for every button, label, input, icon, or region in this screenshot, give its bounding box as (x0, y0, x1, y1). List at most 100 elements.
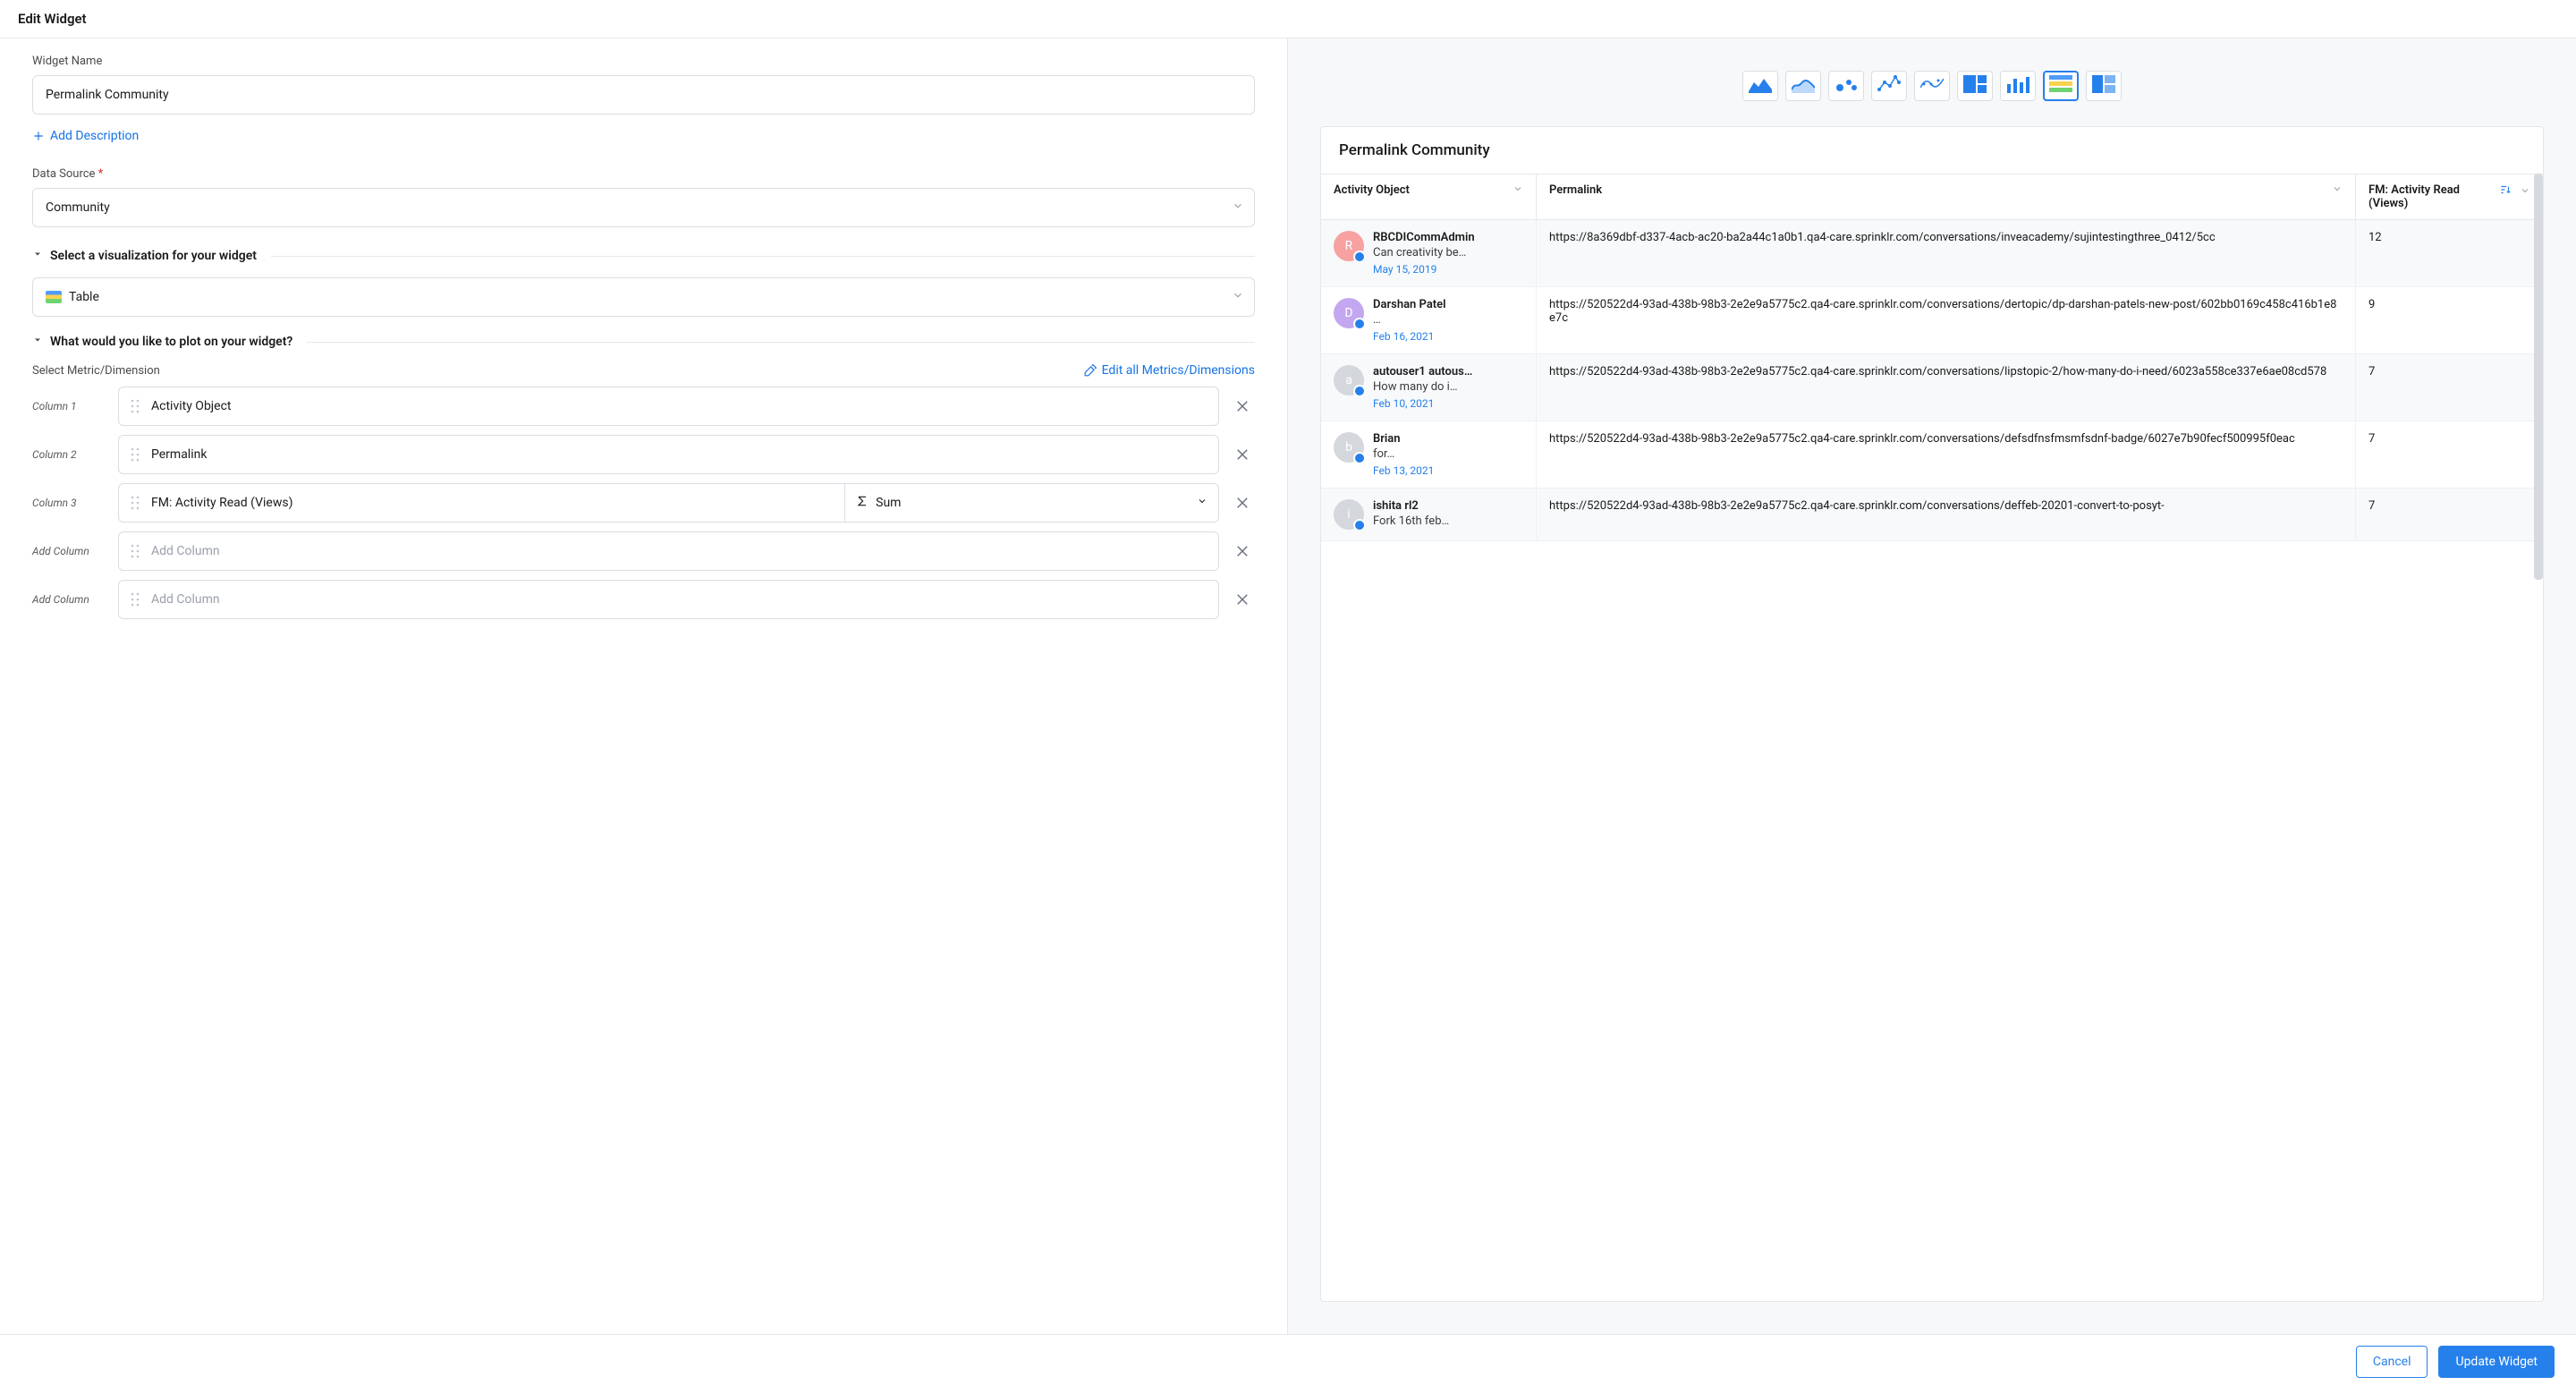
table-row[interactable]: i ishita rl2 Fork 16th feb… https://5205… (1321, 489, 2543, 541)
column-input[interactable]: Permalink (118, 435, 1219, 474)
section-visualization[interactable]: Select a visualization for your widget (32, 249, 1255, 263)
remove-column-button[interactable] (1230, 442, 1255, 467)
column-input[interactable]: Activity Object (118, 387, 1219, 426)
viz-type-area[interactable] (1742, 71, 1778, 101)
preview-title: Permalink Community (1321, 127, 2543, 174)
table-row[interactable]: D Darshan Patel … Feb 16, 2021 https://5… (1321, 287, 2543, 354)
column-label: Column 2 (32, 448, 107, 461)
drag-handle-icon[interactable] (119, 496, 151, 510)
chevron-down-icon (1513, 183, 1523, 198)
views-cell: 7 (2355, 489, 2543, 541)
table-row[interactable]: R RBCDICommAdmin Can creativity be… May … (1321, 220, 2543, 287)
viz-type-connected[interactable] (1871, 71, 1907, 101)
activity-subtitle: How many do i… (1373, 380, 1472, 394)
platform-badge-icon (1353, 385, 1366, 397)
platform-badge-icon (1353, 452, 1366, 464)
update-widget-button[interactable]: Update Widget (2438, 1346, 2555, 1378)
required-asterisk: * (98, 167, 104, 181)
viz-type-stacked[interactable] (2086, 71, 2122, 101)
viz-type-spline[interactable] (1914, 71, 1950, 101)
widget-name-input[interactable] (32, 75, 1255, 115)
column-label: Column 1 (32, 400, 107, 412)
add-description-button[interactable]: Add Description (32, 129, 139, 143)
viz-type-table[interactable] (2043, 71, 2079, 101)
permalink-cell: https://520522d4-93ad-438b-98b3-2e2e9a57… (1536, 287, 2355, 354)
remove-column-button[interactable] (1230, 587, 1255, 612)
bar-chart-icon (2006, 75, 2029, 97)
activity-date: Feb 16, 2021 (1373, 330, 1446, 343)
sort-desc-icon (2499, 186, 2512, 200)
platform-badge-icon (1353, 318, 1366, 330)
avatar: R (1334, 231, 1364, 261)
table-chart-icon (2049, 75, 2072, 97)
avatar: D (1334, 298, 1364, 328)
activity-subtitle: Fork 16th feb… (1373, 514, 1449, 528)
platform-badge-icon (1353, 519, 1366, 531)
activity-subtitle: for… (1373, 447, 1434, 461)
activity-subtitle: Can creativity be… (1373, 246, 1475, 259)
modal-footer: Cancel Update Widget (0, 1334, 2576, 1388)
permalink-cell: https://520522d4-93ad-438b-98b3-2e2e9a57… (1536, 354, 2355, 421)
column-input[interactable]: FM: Activity Read (Views) Sum (118, 483, 1219, 523)
activity-user: Brian (1373, 432, 1434, 446)
section-plot[interactable]: What would you like to plot on your widg… (32, 335, 1255, 349)
scrollbar-thumb[interactable] (2534, 174, 2543, 580)
add-column-input[interactable]: Add Column (118, 531, 1219, 571)
add-column-input[interactable]: Add Column (118, 580, 1219, 619)
section-visualization-title: Select a visualization for your widget (50, 249, 257, 263)
table-row[interactable]: b Brian for… Feb 13, 2021 https://520522… (1321, 421, 2543, 489)
line-chart-icon (1792, 75, 1815, 97)
table-row[interactable]: a autouser1 autous… How many do i… Feb 1… (1321, 354, 2543, 421)
column-value: FM: Activity Read (Views) (151, 496, 844, 510)
chevron-down-icon (2332, 183, 2343, 198)
edit-all-metrics-button[interactable]: Edit all Metrics/Dimensions (1084, 363, 1255, 378)
sigma-icon (856, 495, 869, 511)
viz-type-line[interactable] (1785, 71, 1821, 101)
section-plot-title: What would you like to plot on your widg… (50, 335, 292, 349)
avatar: a (1334, 365, 1364, 395)
add-column-label: Add Column (32, 545, 107, 557)
config-panel: Widget Name Add Description Data Source … (0, 38, 1288, 1334)
table-header-activity-object[interactable]: Activity Object (1321, 174, 1536, 220)
visualization-value: Table (69, 290, 99, 304)
cancel-button[interactable]: Cancel (2356, 1346, 2428, 1378)
chevron-down-icon (2520, 186, 2530, 200)
drag-handle-icon[interactable] (119, 399, 151, 413)
preview-card: Permalink Community Activity Object (1320, 126, 2544, 1302)
views-cell: 7 (2355, 354, 2543, 421)
data-source-select[interactable] (32, 188, 1255, 227)
connected-chart-icon (1877, 75, 1901, 97)
table-icon (46, 291, 62, 303)
platform-badge-icon (1353, 251, 1366, 263)
drag-handle-icon[interactable] (119, 544, 151, 558)
views-cell: 7 (2355, 421, 2543, 489)
preview-table: Activity Object Permalink FM: Activi (1321, 174, 2543, 541)
permalink-cell: https://520522d4-93ad-438b-98b3-2e2e9a57… (1536, 489, 2355, 541)
spline-chart-icon (1920, 75, 1944, 97)
remove-column-button[interactable] (1230, 539, 1255, 564)
widget-name-label: Widget Name (32, 55, 1255, 68)
viz-type-treemap[interactable] (1957, 71, 1993, 101)
drag-handle-icon[interactable] (119, 447, 151, 462)
drag-handle-icon[interactable] (119, 592, 151, 607)
add-column-label: Add Column (32, 593, 107, 606)
add-description-label: Add Description (50, 129, 139, 143)
select-metric-label: Select Metric/Dimension (32, 364, 160, 378)
table-header-permalink[interactable]: Permalink (1536, 174, 2355, 220)
activity-date: Feb 13, 2021 (1373, 464, 1434, 477)
viz-type-bar[interactable] (2000, 71, 2036, 101)
column-value: Permalink (151, 447, 1218, 462)
remove-column-button[interactable] (1230, 490, 1255, 515)
permalink-cell: https://8a369dbf-d337-4acb-ac20-ba2a44c1… (1536, 220, 2355, 287)
viz-type-bubble[interactable] (1828, 71, 1864, 101)
activity-date: Feb 10, 2021 (1373, 397, 1472, 410)
caret-down-icon (32, 249, 43, 263)
activity-user: autouser1 autous… (1373, 365, 1472, 378)
table-header-views[interactable]: FM: Activity Read (Views) (2355, 174, 2543, 220)
remove-column-button[interactable] (1230, 394, 1255, 419)
activity-subtitle: … (1373, 313, 1446, 327)
area-chart-icon (1749, 75, 1772, 97)
visualization-select[interactable]: Table (32, 277, 1255, 317)
aggregation-select[interactable]: Sum (844, 484, 1218, 522)
stacked-chart-icon (2092, 75, 2115, 97)
